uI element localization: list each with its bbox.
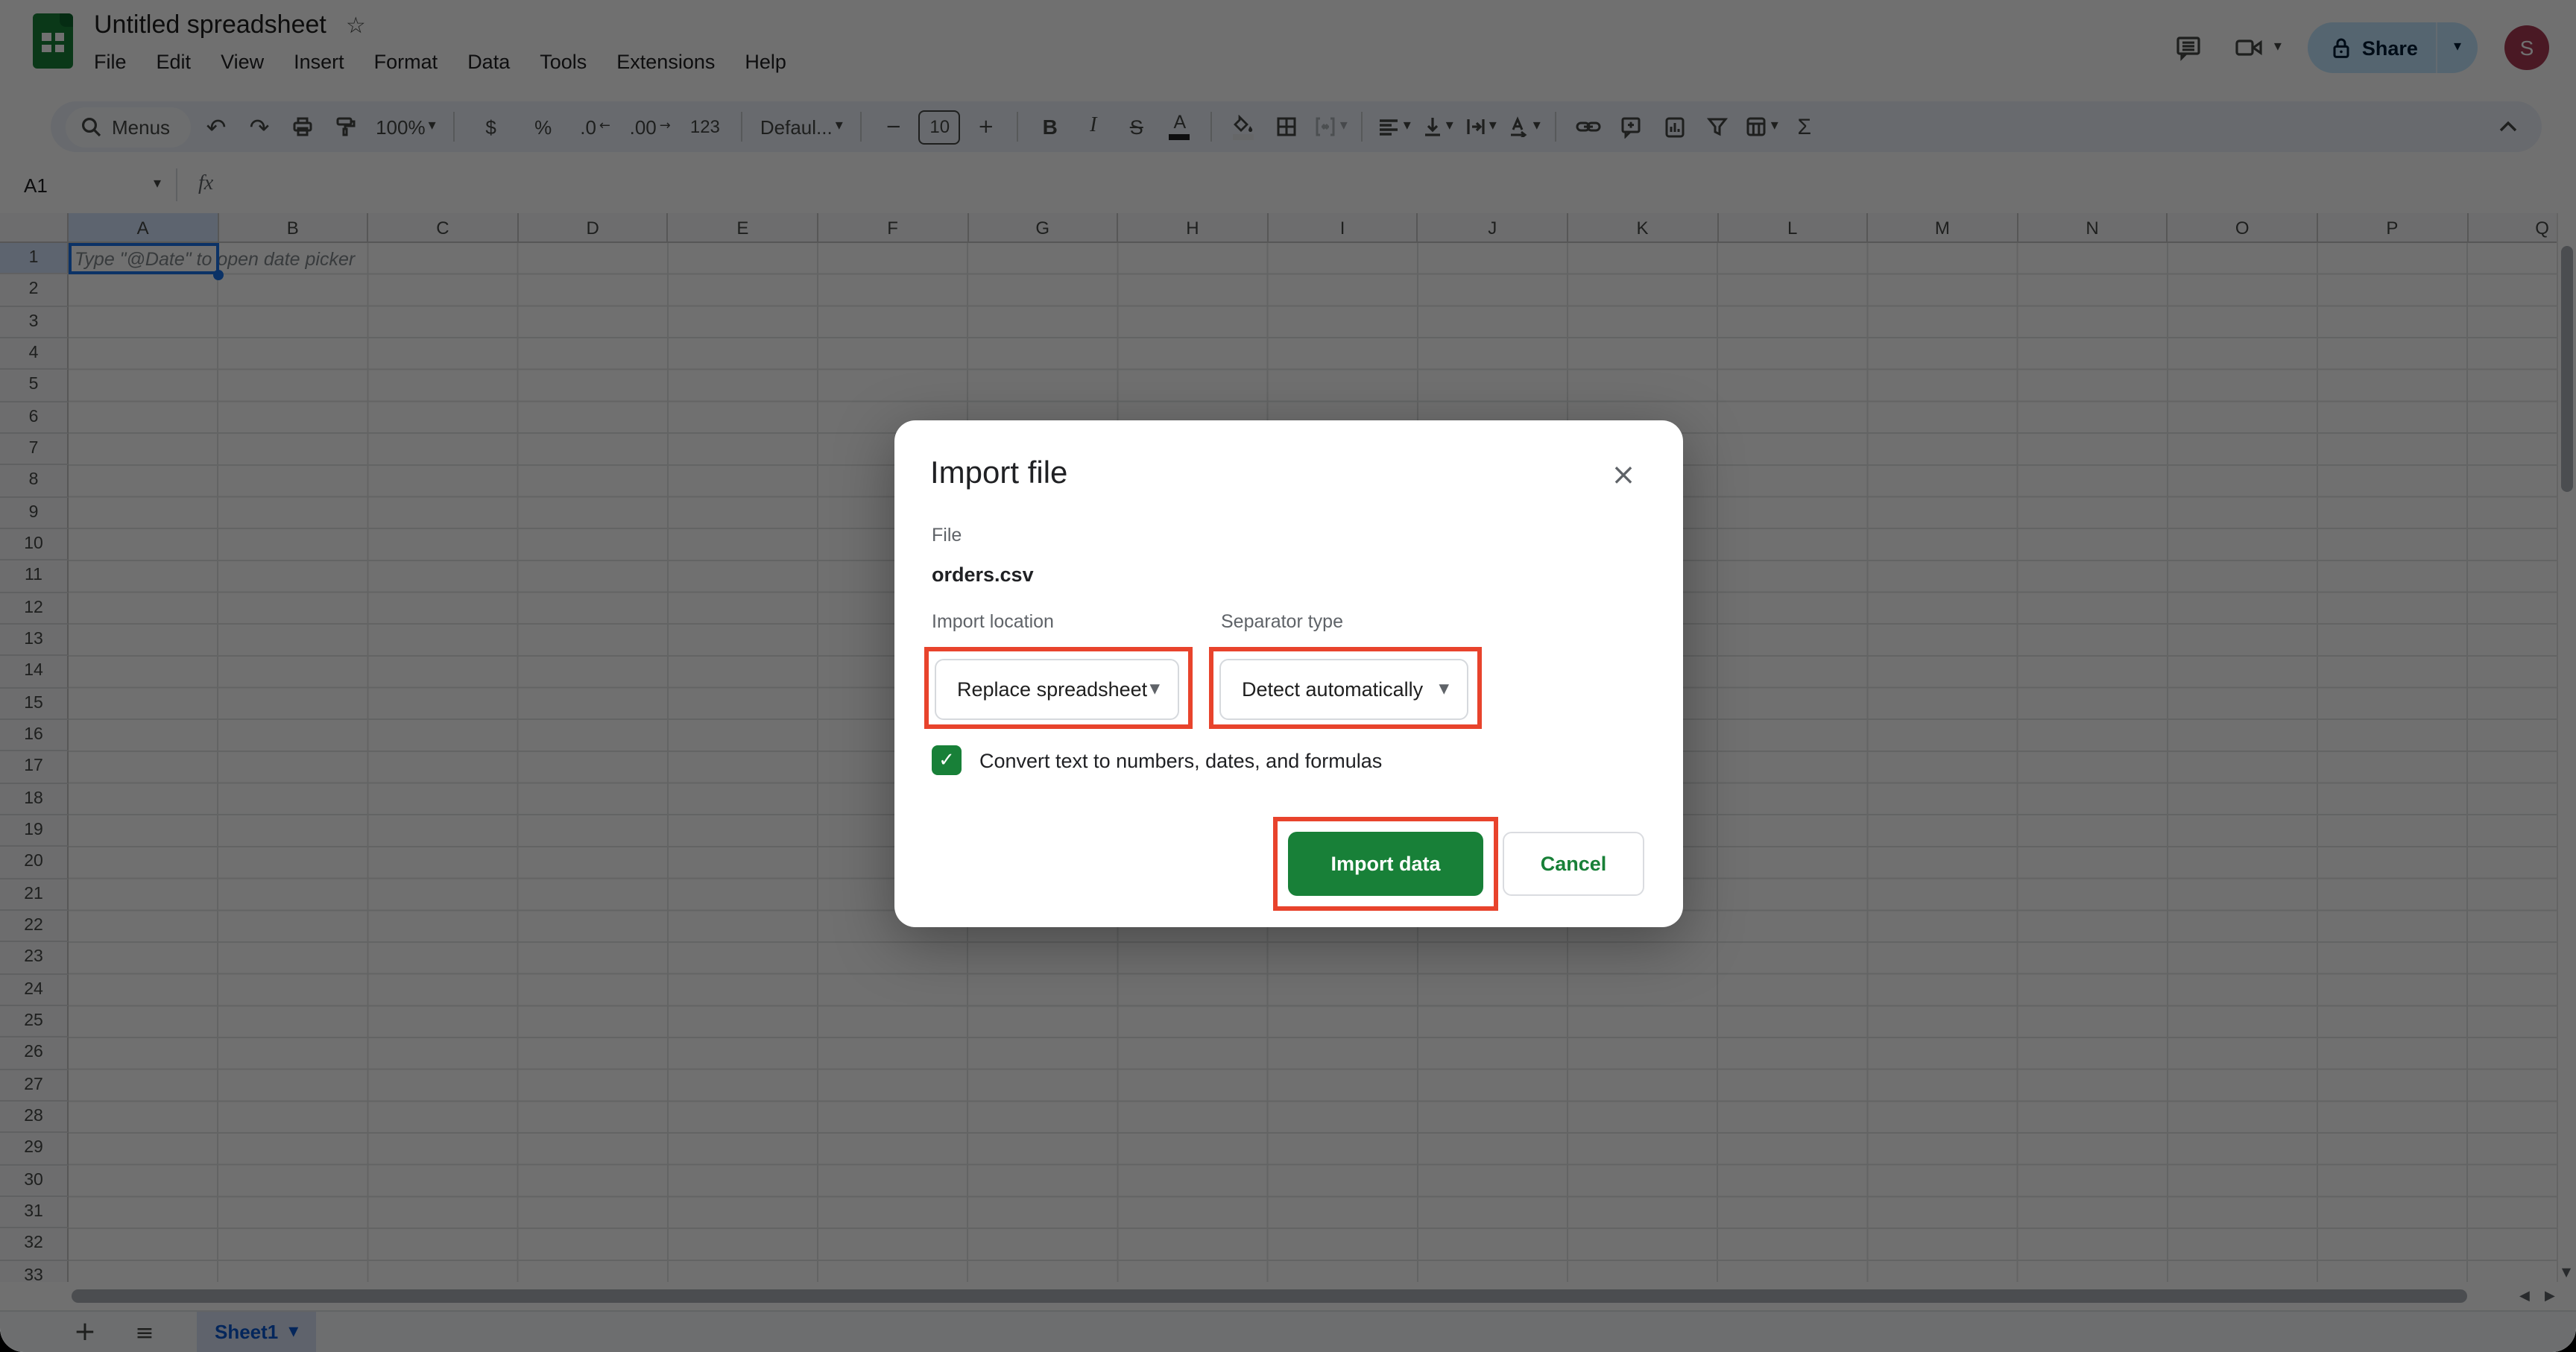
file-name: orders.csv [932,563,1034,586]
separator-type-label: Separator type [1221,611,1343,632]
cancel-button[interactable]: Cancel [1503,832,1644,896]
annotation-box-import-location [924,647,1193,729]
annotation-box-import-button [1273,817,1498,911]
convert-checkbox[interactable]: ✓ [932,745,962,775]
convert-checkbox-label: Convert text to numbers, dates, and form… [979,749,1383,771]
annotation-box-separator-type [1209,647,1482,729]
close-icon[interactable]: × [1606,456,1641,492]
import-location-label: Import location [932,611,1054,632]
google-sheets-app: Untitled spreadsheet ☆ FileEditViewInser… [0,0,2576,1352]
convert-checkbox-row: ✓ Convert text to numbers, dates, and fo… [932,745,1382,775]
import-file-dialog: Import file × File orders.csv Import loc… [894,420,1683,927]
dialog-title: Import file [930,456,1068,490]
file-label: File [932,525,962,546]
screenshot-stage: Untitled spreadsheet ☆ FileEditViewInser… [0,0,2576,1352]
